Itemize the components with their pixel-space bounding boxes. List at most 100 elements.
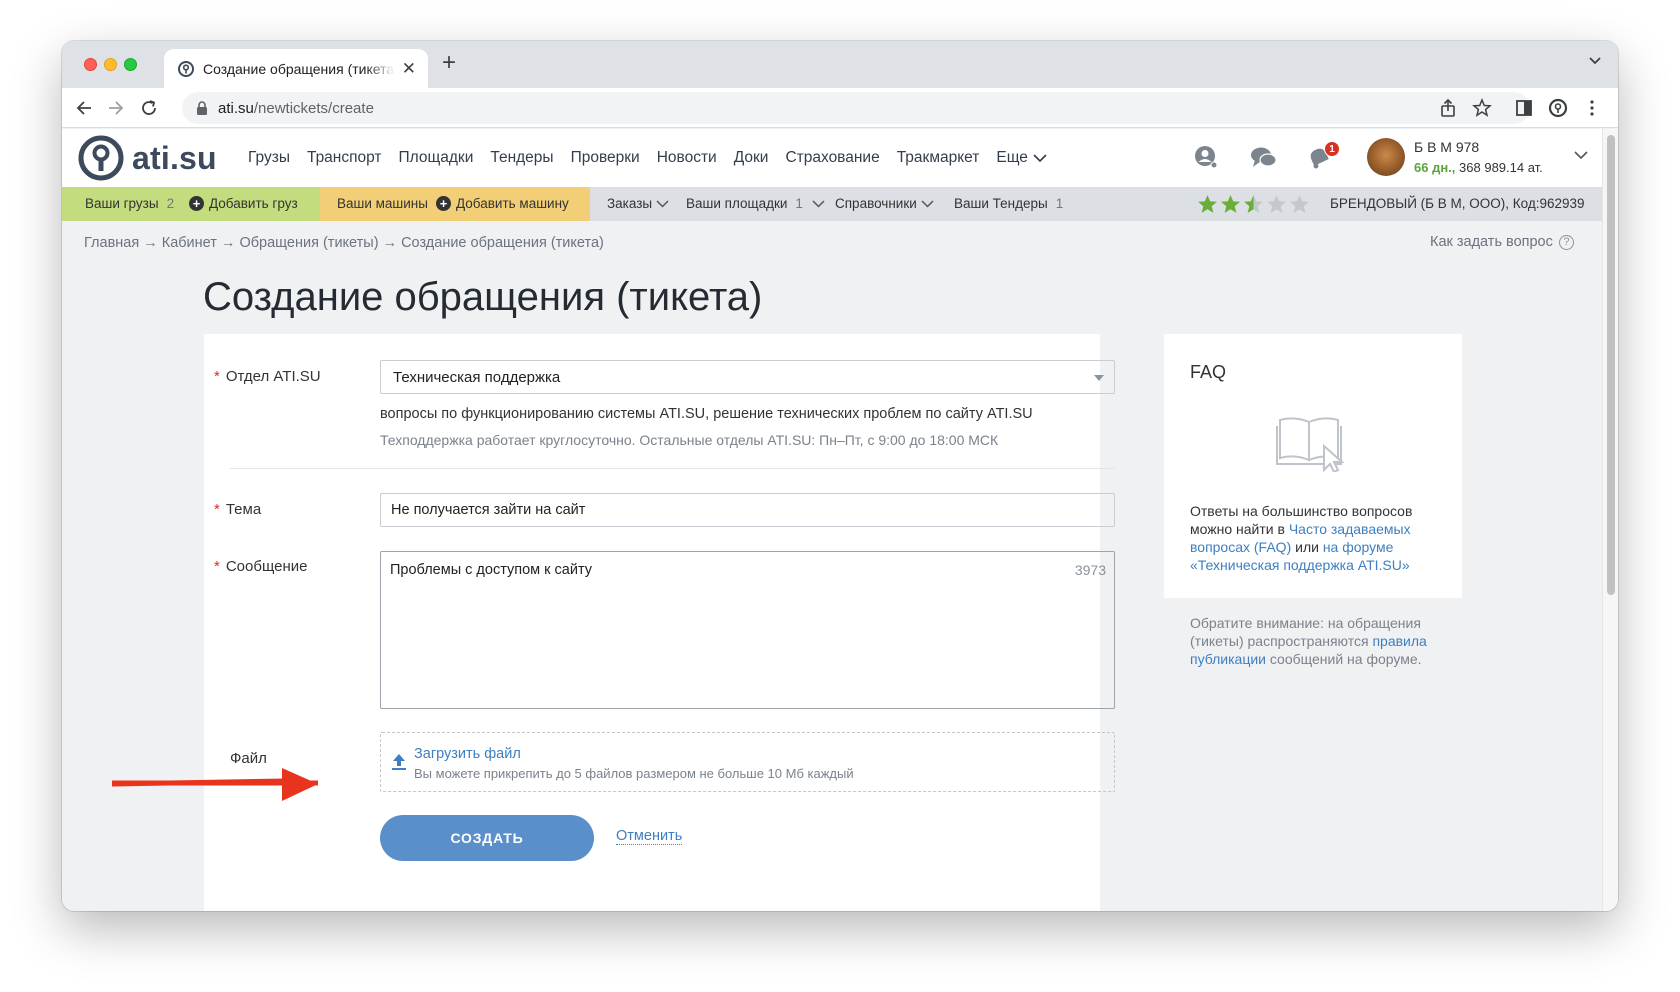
rating-stars[interactable] bbox=[1197, 194, 1310, 214]
your-sites-label: Ваши площадки bbox=[686, 196, 788, 211]
your-vehicles-link[interactable]: Ваши машины bbox=[337, 196, 428, 211]
nav-cargo[interactable]: Грузы bbox=[248, 149, 290, 167]
your-cargo-count: 2 bbox=[166, 196, 175, 211]
reload-icon[interactable] bbox=[139, 98, 159, 118]
add-vehicle-button[interactable]: + Добавить машину bbox=[436, 196, 569, 211]
add-cargo-button[interactable]: + Добавить груз bbox=[189, 196, 298, 211]
page-scrollbar[interactable] bbox=[1602, 129, 1618, 911]
back-arrow-icon[interactable] bbox=[74, 98, 94, 118]
close-window-button[interactable] bbox=[84, 58, 97, 71]
how-to-ask-link[interactable]: Как задать вопрос ? bbox=[1430, 234, 1574, 250]
notification-badge: 1 bbox=[1324, 141, 1340, 157]
side-panel-icon[interactable] bbox=[1514, 98, 1534, 118]
breadcrumb[interactable]: Главная → Кабинет → Обращения (тикеты) →… bbox=[84, 235, 604, 251]
department-label: * Отдел ATI.SU bbox=[214, 368, 321, 385]
nav-transport[interactable]: Транспорт bbox=[307, 149, 382, 167]
url-path: /newtickets/create bbox=[253, 99, 374, 117]
nav-trackmarket[interactable]: Тракмаркет bbox=[897, 149, 980, 167]
orders-label: Заказы bbox=[607, 196, 653, 211]
chevron-down-icon bbox=[812, 199, 825, 208]
annotation-arrow-icon bbox=[112, 768, 318, 801]
message-label: * Сообщение bbox=[214, 558, 307, 575]
file-upload-area[interactable]: Загрузить файл Вы можете прикрепить до 5… bbox=[380, 732, 1115, 792]
subject-label: * Тема bbox=[214, 501, 261, 518]
new-tab-icon[interactable]: + bbox=[442, 51, 456, 75]
your-cargo-link[interactable]: Ваши грузы 2 bbox=[85, 196, 174, 211]
your-tenders-label: Ваши Тендеры bbox=[954, 196, 1048, 211]
create-button[interactable]: СОЗДАТЬ bbox=[380, 815, 594, 861]
your-vehicles-label: Ваши машины bbox=[337, 196, 428, 211]
department-description: вопросы по функционированию системы ATI.… bbox=[380, 406, 1033, 422]
orders-menu[interactable]: Заказы bbox=[607, 196, 669, 211]
divider bbox=[230, 468, 1115, 469]
nav-news[interactable]: Новости bbox=[657, 149, 717, 167]
department-label-text: Отдел ATI.SU bbox=[225, 368, 321, 385]
user-balance-info: 66 дн., 368 989.14 ат. bbox=[1414, 160, 1543, 175]
faq-title: FAQ bbox=[1190, 362, 1227, 382]
tab-title: Создание обращения (тикета) bbox=[203, 60, 395, 77]
dropdown-caret-icon bbox=[1094, 375, 1104, 381]
ticket-form: * Отдел ATI.SU Техническая поддержка вопр… bbox=[204, 334, 1115, 911]
main-nav: Грузы Транспорт Площадки Тендеры Проверк… bbox=[248, 149, 1064, 167]
subject-label-text: Тема bbox=[225, 501, 262, 518]
user-days: 66 дн., bbox=[1414, 160, 1456, 175]
subject-input[interactable]: Не получается зайти на сайт bbox=[380, 493, 1115, 527]
add-cargo-label: Добавить груз bbox=[209, 196, 298, 211]
rating-star-icon bbox=[1290, 195, 1309, 213]
nav-checks[interactable]: Проверки bbox=[571, 149, 640, 167]
required-marker: * bbox=[214, 558, 220, 575]
minimize-window-button[interactable] bbox=[104, 58, 117, 71]
tab-bar: Создание обращения (тикета) ✕ + bbox=[62, 41, 1618, 88]
nav-sites[interactable]: Площадки bbox=[399, 149, 474, 167]
close-tab-icon[interactable]: ✕ bbox=[402, 59, 416, 79]
notice-text-2: сообщений на форуме. bbox=[1266, 651, 1422, 667]
chevron-down-icon bbox=[656, 199, 669, 208]
nav-docs[interactable]: Доки bbox=[734, 149, 769, 167]
scrollbar-thumb[interactable] bbox=[1607, 135, 1615, 595]
your-sites-count: 1 bbox=[795, 196, 803, 211]
rating-star-icon bbox=[1244, 195, 1263, 213]
chevron-down-icon bbox=[921, 199, 934, 208]
department-select[interactable]: Техническая поддержка bbox=[380, 360, 1115, 394]
logo-text: ati.su bbox=[132, 139, 217, 176]
firm-info[interactable]: БРЕНДОВЫЙ (Б В М, ООО), Код:962939 bbox=[1330, 196, 1585, 211]
user-name[interactable]: Б В М 978 bbox=[1414, 139, 1479, 155]
your-sites-menu[interactable]: Ваши площадки 1 bbox=[686, 196, 825, 211]
url-text: ati.su/newtickets/create bbox=[218, 100, 374, 117]
nav-more[interactable]: Еще bbox=[996, 149, 1047, 167]
rating-star-icon bbox=[1267, 195, 1286, 213]
required-marker: * bbox=[214, 368, 220, 385]
message-textarea[interactable]: Проблемы с доступом к сайту 3973 bbox=[380, 551, 1115, 709]
tab-search-chevron-icon[interactable] bbox=[1588, 55, 1602, 65]
ati-favicon-icon bbox=[178, 60, 194, 77]
your-cargo-label: Ваши грузы bbox=[85, 196, 159, 211]
page-title: Создание обращения (тикета) bbox=[203, 275, 763, 319]
directories-menu[interactable]: Справочники bbox=[835, 196, 934, 211]
upload-arrow-icon bbox=[392, 754, 406, 770]
nav-tenders[interactable]: Тендеры bbox=[490, 149, 553, 167]
browser-tab[interactable]: Создание обращения (тикета) ✕ bbox=[164, 49, 428, 88]
lock-icon[interactable] bbox=[196, 101, 208, 115]
avatar[interactable] bbox=[1367, 138, 1405, 176]
nav-insurance[interactable]: Страхование bbox=[785, 149, 879, 167]
upload-file-link[interactable]: Загрузить файл bbox=[414, 746, 521, 762]
message-label-text: Сообщение bbox=[225, 558, 308, 575]
message-value: Проблемы с доступом к сайту bbox=[390, 562, 593, 578]
browser-menu-icon[interactable] bbox=[1582, 98, 1602, 118]
share-icon[interactable] bbox=[1438, 98, 1458, 118]
bookmark-star-icon[interactable] bbox=[1472, 98, 1492, 118]
user-menu-chevron-icon[interactable] bbox=[1574, 151, 1588, 160]
cancel-link[interactable]: Отменить bbox=[616, 828, 683, 845]
ati-logo[interactable]: ati.su bbox=[78, 135, 217, 181]
forward-arrow-icon[interactable] bbox=[106, 98, 126, 118]
nav-more-label: Еще bbox=[996, 149, 1028, 166]
address-bar[interactable]: ati.su/newtickets/create bbox=[182, 92, 1530, 124]
extension-icon[interactable] bbox=[1548, 98, 1568, 118]
rating-star-icon bbox=[1221, 195, 1240, 213]
messages-icon[interactable] bbox=[1249, 143, 1279, 173]
your-tenders-link[interactable]: Ваши Тендеры 1 bbox=[954, 196, 1063, 211]
faq-text: Ответы на большинство вопросов можно най… bbox=[1190, 502, 1446, 574]
maximize-window-button[interactable] bbox=[124, 58, 137, 71]
add-vehicle-label: Добавить машину bbox=[456, 196, 569, 211]
account-icon[interactable] bbox=[1191, 143, 1221, 173]
